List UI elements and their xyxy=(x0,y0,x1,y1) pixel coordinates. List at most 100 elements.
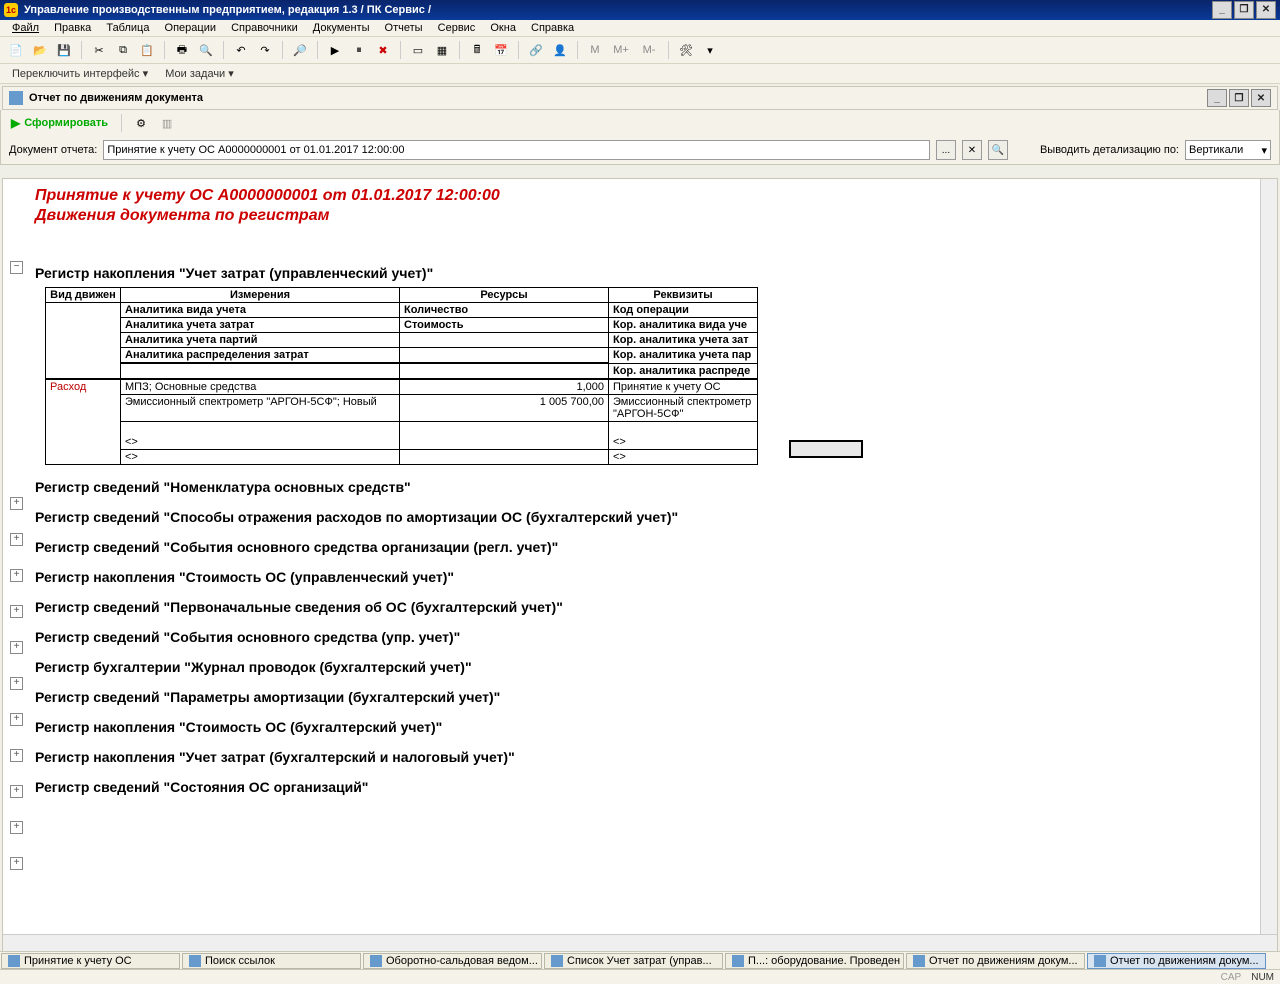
mminus-button[interactable]: М- xyxy=(637,40,661,60)
collapse-toggle[interactable]: − xyxy=(10,261,23,274)
subform-minimize-button[interactable]: _ xyxy=(1207,89,1227,107)
caps-indicator: CAP xyxy=(1221,972,1242,983)
expand-toggle-3[interactable]: + xyxy=(10,569,23,582)
expand-toggle-8[interactable]: + xyxy=(10,749,23,762)
document-input[interactable]: Принятие к учету ОС А0000000001 от 01.01… xyxy=(103,140,930,160)
section-heading: Регистр сведений "Номенклатура основных … xyxy=(35,479,1255,495)
menu-catalogs[interactable]: Справочники xyxy=(225,20,304,36)
maximize-button[interactable]: ❐ xyxy=(1234,1,1254,19)
close-button[interactable]: ✕ xyxy=(1256,1,1276,19)
undo-icon[interactable]: ↶ xyxy=(231,40,251,60)
save-icon[interactable]: 💾 xyxy=(54,40,74,60)
section-heading: Регистр сведений "Первоначальные сведени… xyxy=(35,599,1255,615)
th-dims: Измерения xyxy=(121,288,400,303)
expand-toggle-10[interactable]: + xyxy=(10,821,23,834)
expand-toggle-7[interactable]: + xyxy=(10,713,23,726)
window-title-bar: 1c Управление производственным предприят… xyxy=(0,0,1280,20)
print-icon[interactable]: 🖶 xyxy=(172,40,192,60)
calendar-icon[interactable]: 📅 xyxy=(491,40,511,60)
close-window-icon[interactable]: ✖ xyxy=(373,40,393,60)
select-button[interactable]: ... xyxy=(936,140,956,160)
document-icon xyxy=(370,955,382,967)
subform-icon xyxy=(9,91,23,105)
section-heading: Регистр накопления "Учет затрат (бухгалт… xyxy=(35,749,1255,765)
new-icon[interactable]: 📄 xyxy=(6,40,26,60)
horizontal-scrollbar[interactable] xyxy=(3,934,1277,951)
th-attr: Реквизиты xyxy=(609,288,758,303)
my-tasks-link[interactable]: Мои задачи ▾ xyxy=(161,68,238,80)
menu-operations[interactable]: Операции xyxy=(159,20,222,36)
run-icon[interactable]: ▶ xyxy=(325,40,345,60)
section-heading: Регистр накопления "Стоимость ОС (управл… xyxy=(35,569,1255,585)
menu-help[interactable]: Справка xyxy=(525,20,580,36)
preview-icon[interactable]: 🔍 xyxy=(196,40,216,60)
filter-row: Документ отчета: Принятие к учету ОС А00… xyxy=(0,136,1280,165)
paste-icon[interactable]: 📋 xyxy=(137,40,157,60)
menu-table[interactable]: Таблица xyxy=(100,20,155,36)
task-item-active[interactable]: Отчет по движениям докум... xyxy=(1087,953,1266,969)
minimize-button[interactable]: _ xyxy=(1212,1,1232,19)
report-title-1: Принятие к учету ОС А0000000001 от 01.01… xyxy=(35,187,1255,205)
list2-icon[interactable]: ▦ xyxy=(432,40,452,60)
task-item[interactable]: Принятие к учету ОС xyxy=(1,953,180,969)
menu-service[interactable]: Сервис xyxy=(432,20,482,36)
document-icon xyxy=(1094,955,1106,967)
switch-interface-link[interactable]: Переключить интерфейс ▾ xyxy=(8,68,152,80)
task-item[interactable]: Отчет по движениям докум... xyxy=(906,953,1085,969)
redo-icon[interactable]: ↷ xyxy=(255,40,275,60)
m-button[interactable]: М xyxy=(585,40,605,60)
stop-icon[interactable]: ⏸ xyxy=(349,40,369,60)
link-icon[interactable]: 🔗 xyxy=(526,40,546,60)
expand-toggle-4[interactable]: + xyxy=(10,605,23,618)
report-area: − + + + + + + + + + + + Принятие к учету… xyxy=(2,178,1278,952)
menu-reports[interactable]: Отчеты xyxy=(379,20,429,36)
dropdown-icon[interactable]: ▾ xyxy=(700,40,720,60)
generate-button[interactable]: ▶Сформировать xyxy=(7,114,112,132)
subform-close-button[interactable]: ✕ xyxy=(1251,89,1271,107)
task-item[interactable]: Список Учет затрат (управ... xyxy=(544,953,723,969)
report-title-2: Движения документа по регистрам xyxy=(35,207,1255,225)
clear-button[interactable]: ✕ xyxy=(962,140,982,160)
filter-label: Документ отчета: xyxy=(9,144,97,156)
expand-toggle-5[interactable]: + xyxy=(10,641,23,654)
document-icon xyxy=(551,955,563,967)
task-item[interactable]: Оборотно-сальдовая ведом... xyxy=(363,953,542,969)
expand-toggle-11[interactable]: + xyxy=(10,857,23,870)
copy-icon[interactable]: ⧉ xyxy=(113,40,133,60)
settings-icon[interactable]: ⚙ xyxy=(131,113,151,133)
app-icon: 1c xyxy=(4,3,18,17)
expand-toggle-2[interactable]: + xyxy=(10,533,23,546)
expand-toggle-6[interactable]: + xyxy=(10,677,23,690)
user-icon[interactable]: 👤 xyxy=(550,40,570,60)
gutter: − + + + + + + + + + + + xyxy=(3,179,30,935)
section-heading: Регистр сведений "Состояния ОС организац… xyxy=(35,779,1255,795)
movement-kind: Расход xyxy=(46,379,121,465)
open-icon[interactable]: 📂 xyxy=(30,40,50,60)
menu-edit[interactable]: Правка xyxy=(48,20,97,36)
subform-title-bar: Отчет по движениям документа _ ❐ ✕ xyxy=(2,86,1278,110)
menu-file[interactable]: Файл xyxy=(6,20,45,36)
tool-icon[interactable]: 🛠 xyxy=(676,40,696,60)
find-icon[interactable]: 🔎 xyxy=(290,40,310,60)
menu-documents[interactable]: Документы xyxy=(307,20,376,36)
expand-toggle-1[interactable]: + xyxy=(10,497,23,510)
task-item[interactable]: Поиск ссылок xyxy=(182,953,361,969)
menu-windows[interactable]: Окна xyxy=(484,20,522,36)
subform-restore-button[interactable]: ❐ xyxy=(1229,89,1249,107)
calc-icon[interactable]: 🖩 xyxy=(467,40,487,60)
task-item[interactable]: П...: оборудование. Проведен xyxy=(725,953,904,969)
mplus-button[interactable]: М+ xyxy=(609,40,633,60)
vertical-scrollbar[interactable] xyxy=(1260,179,1277,935)
list-icon[interactable]: ▭ xyxy=(408,40,428,60)
report-toolbar: ▶Сформировать ⚙ ▥ xyxy=(0,110,1280,136)
cut-icon[interactable]: ✂ xyxy=(89,40,109,60)
detail-dropdown[interactable]: Вертикали▾ xyxy=(1185,140,1271,160)
report-content[interactable]: Принятие к учету ОС А0000000001 от 01.01… xyxy=(29,179,1261,935)
expand-icon[interactable]: ▥ xyxy=(157,113,177,133)
expand-toggle-9[interactable]: + xyxy=(10,785,23,798)
window-taskbar: Принятие к учету ОС Поиск ссылок Оборотн… xyxy=(0,951,1280,970)
document-icon xyxy=(913,955,925,967)
section-heading: Регистр накопления "Стоимость ОС (бухгал… xyxy=(35,719,1255,735)
open-button[interactable]: 🔍 xyxy=(988,140,1008,160)
section-heading: Регистр сведений "События основного сред… xyxy=(35,539,1255,555)
